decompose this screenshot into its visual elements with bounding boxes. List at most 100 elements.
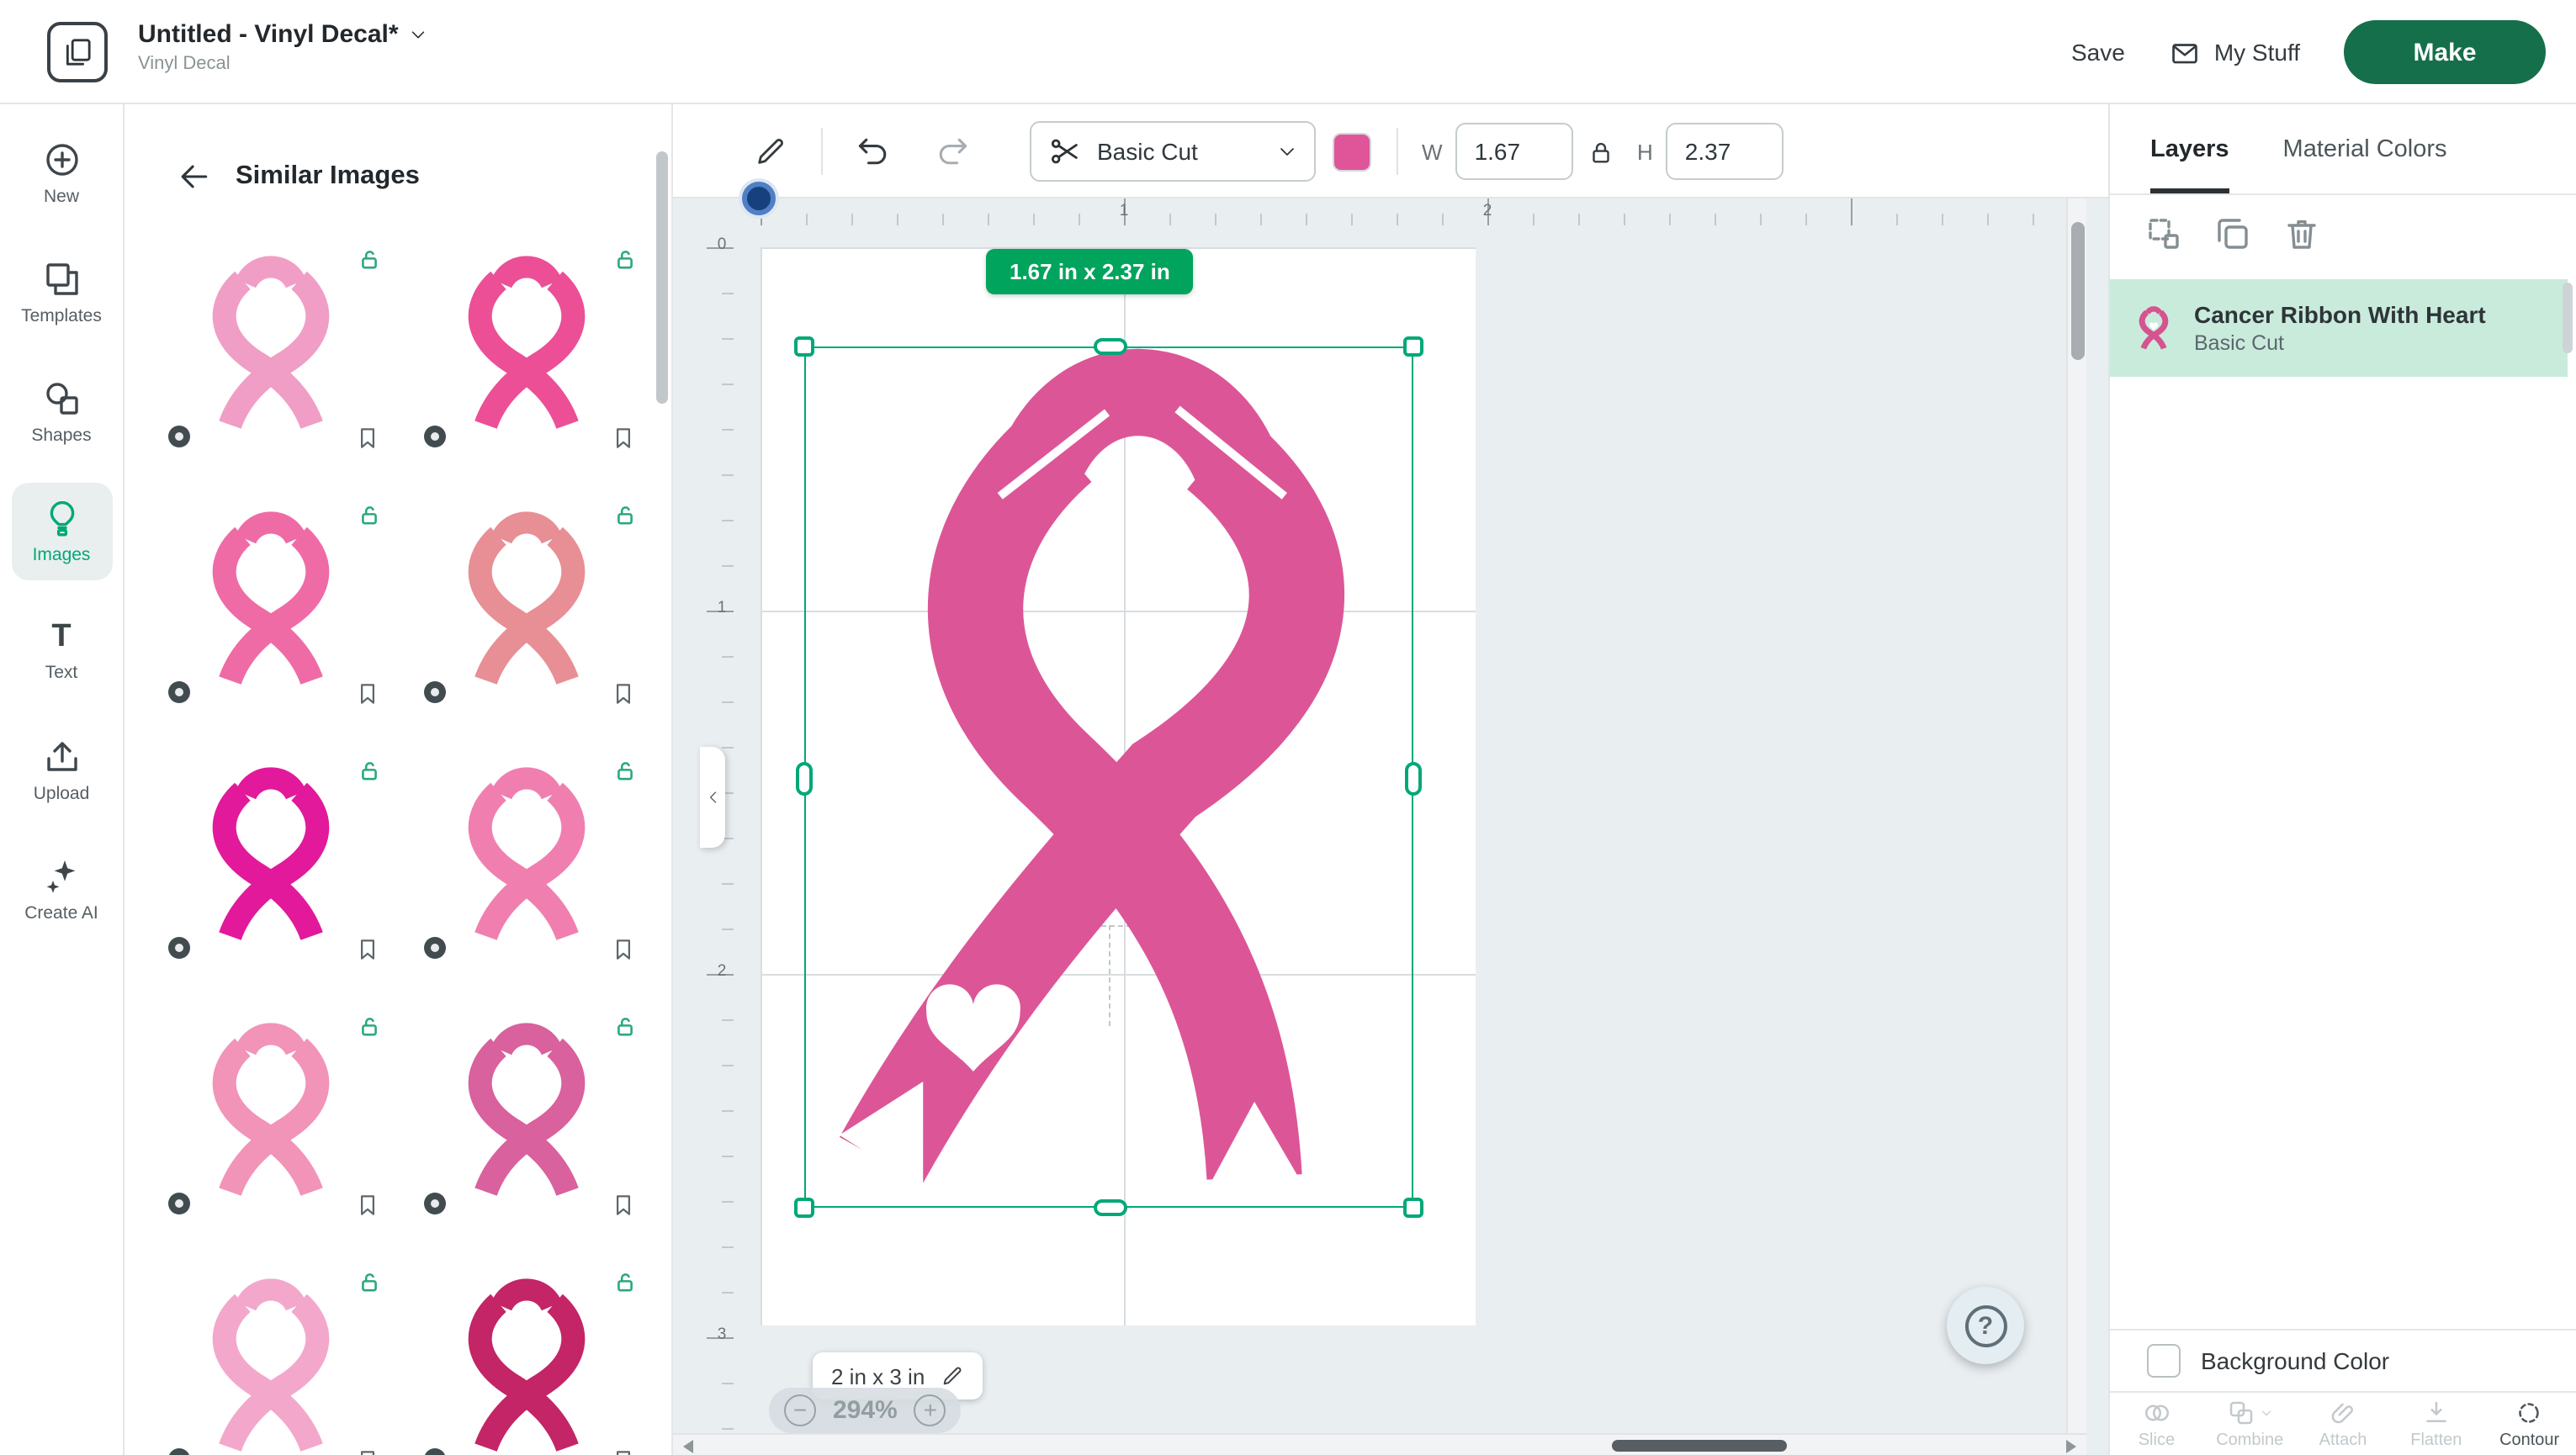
panel-scrollbar-thumb[interactable] (656, 151, 668, 404)
image-card[interactable] (404, 1272, 649, 1455)
images-balloon-icon (41, 498, 82, 538)
text-icon: T (51, 619, 71, 656)
select-all-button[interactable] (2144, 212, 2187, 256)
similar-images-panel: Similar Images (125, 104, 673, 1455)
action-combine[interactable]: Combine (2203, 1393, 2297, 1455)
width-input[interactable] (1456, 123, 1574, 180)
bookmark-icon[interactable] (355, 937, 380, 962)
bookmark-icon[interactable] (611, 937, 636, 962)
layers-panel-tabs: Layers Material Colors (2110, 104, 2576, 195)
resize-handle-sw[interactable] (794, 1198, 814, 1218)
action-flatten[interactable]: Flatten (2389, 1393, 2483, 1455)
chevron-down-icon[interactable] (409, 25, 427, 44)
nav-item-shapes[interactable]: Shapes (11, 363, 112, 461)
pencil-icon (754, 135, 787, 168)
action-contour[interactable]: Contour (2483, 1393, 2576, 1455)
edit-mat-size-icon[interactable] (940, 1364, 963, 1388)
ruler-number: 3 (713, 1325, 730, 1344)
bookmark-icon[interactable] (611, 426, 636, 451)
bookmark-icon[interactable] (611, 681, 636, 706)
layer-row[interactable]: Cancer Ribbon With Heart Basic Cut (2110, 279, 2568, 377)
panel-collapse-tab[interactable] (700, 747, 725, 848)
ribbon-thumbnail (448, 1016, 606, 1204)
image-card[interactable] (148, 505, 394, 706)
nav-item-images[interactable]: Images (11, 483, 112, 580)
duplicate-button[interactable] (2213, 212, 2256, 256)
layer-actions-bar: Slice Combine Attach Flatten Contour (2110, 1391, 2576, 1455)
selection-bounding-box[interactable] (804, 347, 1413, 1208)
upload-icon (41, 737, 82, 777)
operation-dropdown[interactable]: Basic Cut (1030, 121, 1316, 182)
undo-button[interactable] (855, 133, 892, 170)
delete-button[interactable] (2282, 212, 2325, 256)
project-title-block[interactable]: Untitled - Vinyl Decal* Vinyl Decal (138, 20, 427, 74)
bookmark-icon[interactable] (611, 1193, 636, 1218)
aspect-lock-button[interactable] (1587, 137, 1615, 166)
save-button[interactable]: Save (2071, 39, 2125, 66)
blue-dot-indicator[interactable] (742, 182, 776, 215)
make-button[interactable]: Make (2344, 20, 2546, 84)
image-card[interactable] (148, 1016, 394, 1218)
image-card[interactable] (148, 249, 394, 451)
height-input[interactable] (1667, 123, 1784, 180)
cancer-ribbon-artwork[interactable] (806, 348, 1412, 1206)
height-label: H (1637, 139, 1653, 164)
bookmark-icon[interactable] (355, 681, 380, 706)
canvas-horizontal-scrollbar[interactable] (673, 1433, 2086, 1455)
zoom-in-button[interactable]: + (914, 1394, 946, 1426)
help-button[interactable]: ? (1947, 1287, 2024, 1364)
resize-handle-w[interactable] (796, 762, 813, 796)
canvas-vertical-scrollbar[interactable] (2066, 198, 2086, 1433)
tab-layers[interactable]: Layers (2150, 104, 2229, 193)
nav-item-new[interactable]: New (11, 124, 112, 222)
bookmark-icon[interactable] (611, 1448, 636, 1455)
layers-scrollbar-thumb[interactable] (2563, 283, 2573, 353)
resize-handle-e[interactable] (1405, 762, 1422, 796)
bookmark-icon[interactable] (355, 1448, 380, 1455)
scroll-right-arrow[interactable] (2066, 1440, 2076, 1453)
fill-color-swatch[interactable] (1333, 133, 1371, 172)
bookmark-icon[interactable] (355, 426, 380, 451)
image-card[interactable] (404, 505, 649, 706)
image-card[interactable] (404, 249, 649, 451)
redo-button[interactable] (934, 133, 971, 170)
background-color-row: Background Color (2147, 1344, 2389, 1378)
background-color-swatch[interactable] (2147, 1344, 2181, 1378)
image-card[interactable] (148, 760, 394, 962)
nav-item-text[interactable]: T Text (11, 602, 112, 700)
edit-pencil-button[interactable] (754, 135, 787, 168)
project-subtitle: Vinyl Decal (138, 54, 427, 74)
resize-handle-se[interactable] (1403, 1198, 1423, 1218)
resize-handle-nw[interactable] (794, 336, 814, 357)
image-card[interactable] (148, 1272, 394, 1455)
resize-handle-s[interactable] (1094, 1199, 1127, 1216)
bookmark-icon[interactable] (355, 1193, 380, 1218)
ribbon-thumbnail (192, 505, 350, 693)
tab-material-colors[interactable]: Material Colors (2283, 104, 2447, 193)
design-workspace[interactable]: 1 2 0 1 2 3 (673, 198, 2108, 1455)
resize-handle-ne[interactable] (1403, 336, 1423, 357)
nav-item-templates[interactable]: Templates (11, 244, 112, 341)
scroll-left-arrow[interactable] (683, 1440, 693, 1453)
resize-handle-n[interactable] (1094, 338, 1127, 355)
nav-item-create-ai[interactable]: Create AI (11, 841, 112, 939)
image-card[interactable] (404, 1016, 649, 1218)
action-attach[interactable]: Attach (2297, 1393, 2390, 1455)
my-stuff-button[interactable]: My Stuff (2169, 36, 2300, 68)
ribbon-thumbnail (192, 760, 350, 949)
width-label: W (1422, 139, 1443, 164)
unlock-icon (358, 249, 380, 271)
zoom-out-button[interactable]: − (784, 1394, 816, 1426)
panel-title: Similar Images (236, 161, 420, 192)
project-panel-button[interactable] (47, 22, 108, 82)
left-nav-rail: New Templates Shapes Images T Text Uploa… (0, 104, 125, 1455)
duplicate-icon (2213, 214, 2253, 254)
vertical-scrollbar-thumb[interactable] (2071, 222, 2085, 360)
arrow-left-icon (175, 158, 212, 195)
action-slice[interactable]: Slice (2110, 1393, 2203, 1455)
image-card[interactable] (404, 760, 649, 962)
horizontal-scrollbar-thumb[interactable] (1612, 1440, 1787, 1452)
back-button[interactable] (175, 158, 212, 195)
nav-item-upload[interactable]: Upload (11, 722, 112, 819)
toolbar-divider (1397, 128, 1398, 175)
